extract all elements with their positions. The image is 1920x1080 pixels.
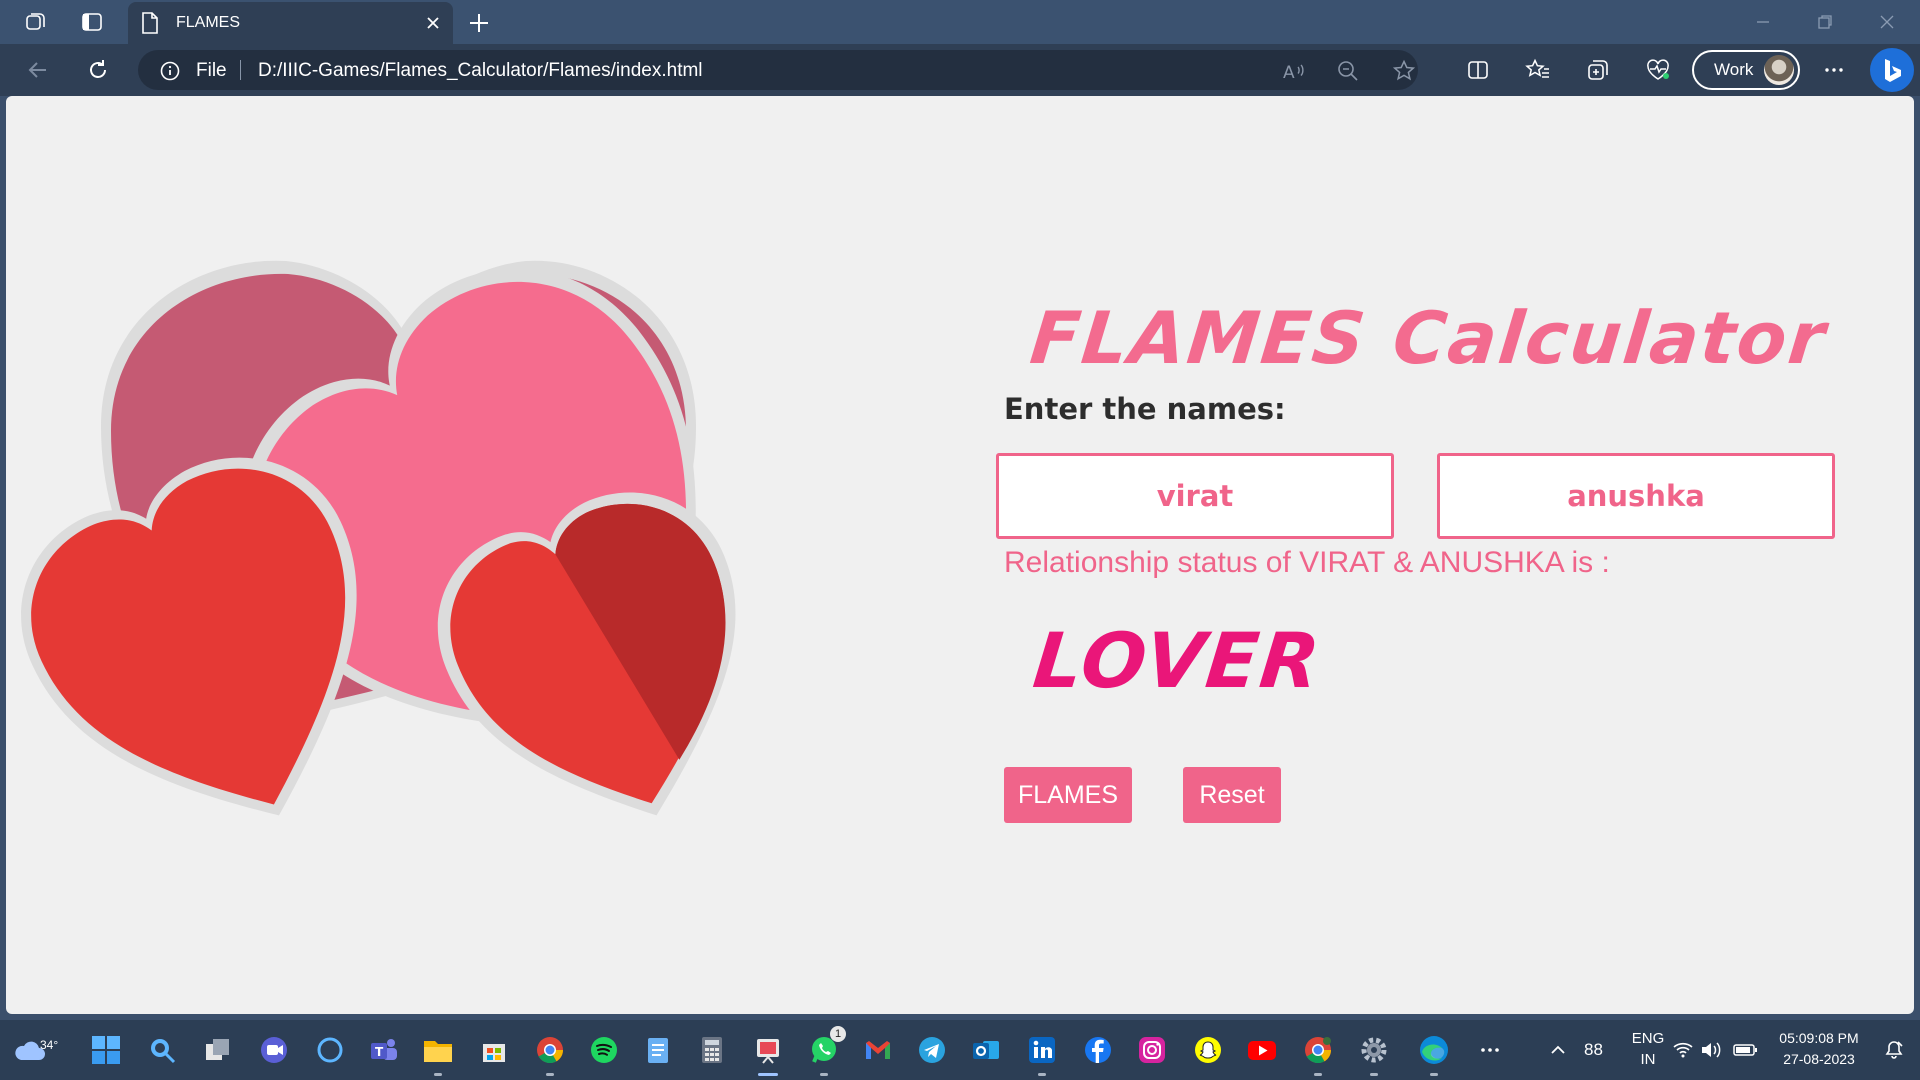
- snipping-tool-icon[interactable]: [748, 1030, 788, 1076]
- facebook-icon[interactable]: [1078, 1030, 1118, 1070]
- notepad-icon[interactable]: [638, 1030, 678, 1070]
- hearts-illustration: [21, 260, 736, 816]
- collections-icon[interactable]: [1580, 54, 1616, 86]
- more-apps-icon[interactable]: [1470, 1030, 1510, 1070]
- whatsapp-icon[interactable]: 1: [804, 1026, 846, 1076]
- spotify-icon[interactable]: [584, 1030, 624, 1070]
- instagram-icon[interactable]: [1132, 1030, 1172, 1070]
- gmail-icon[interactable]: [858, 1030, 898, 1070]
- relationship-status-text: Relationship status of VIRAT & ANUSHKA i…: [1004, 546, 1610, 579]
- close-window-button[interactable]: [1864, 8, 1910, 36]
- teams-icon[interactable]: T: [364, 1030, 404, 1070]
- active-indicator: [758, 1073, 778, 1076]
- browser-essentials-icon[interactable]: [1640, 54, 1676, 86]
- favorite-star-icon[interactable]: [1392, 59, 1416, 83]
- snapchat-icon[interactable]: [1188, 1030, 1228, 1070]
- new-tab-button[interactable]: [464, 8, 494, 38]
- cortana-icon[interactable]: [310, 1030, 350, 1070]
- file-explorer-icon[interactable]: [418, 1030, 458, 1076]
- task-view-icon[interactable]: [198, 1030, 238, 1070]
- browser-toolbar: File D:/IIIC-Games/Flames_Calculator/Fla…: [0, 44, 1920, 96]
- youtube-icon[interactable]: [1242, 1030, 1282, 1070]
- info-icon[interactable]: [160, 61, 180, 85]
- edge-icon[interactable]: [1414, 1030, 1454, 1076]
- store-icon[interactable]: [474, 1030, 514, 1070]
- taskbar: 34° T 1 88 ENG IN 05:09:08 PM 27-08-2023: [0, 1020, 1920, 1080]
- page-title: FLAMES Calculator: [1026, 296, 1831, 380]
- address-bar[interactable]: File D:/IIIC-Games/Flames_Calculator/Fla…: [138, 50, 1418, 90]
- search-icon[interactable]: [142, 1030, 182, 1070]
- language-text[interactable]: ENG: [1628, 1030, 1668, 1047]
- address-separator: [240, 60, 241, 80]
- svg-text:A: A: [1283, 63, 1295, 83]
- favorites-icon[interactable]: [1520, 54, 1556, 86]
- tab-title: FLAMES: [176, 14, 241, 31]
- running-indicator: [1370, 1073, 1378, 1076]
- profile-button[interactable]: Work: [1692, 50, 1800, 90]
- page-viewport: FLAMES Calculator Enter the names: Relat…: [6, 96, 1914, 1014]
- read-aloud-icon[interactable]: A: [1282, 59, 1306, 83]
- weather-icon[interactable]: 34°: [10, 1030, 58, 1070]
- profile-label: Work: [1714, 60, 1754, 79]
- running-indicator: [1430, 1073, 1438, 1076]
- clock-time[interactable]: 05:09:08 PM: [1774, 1030, 1864, 1046]
- close-tab-icon[interactable]: [423, 13, 443, 33]
- split-screen-icon[interactable]: [1460, 54, 1496, 86]
- vertical-tabs-icon[interactable]: [78, 8, 106, 36]
- flames-button[interactable]: FLAMES: [1004, 767, 1132, 823]
- network-volume-battery-group[interactable]: [1672, 1030, 1762, 1070]
- svg-text:T: T: [375, 1045, 384, 1059]
- restore-button[interactable]: [1802, 8, 1848, 36]
- chrome-icon[interactable]: [530, 1030, 570, 1076]
- running-indicator: [546, 1073, 554, 1076]
- battery-percent-text[interactable]: 88: [1584, 1040, 1603, 1060]
- running-indicator: [820, 1073, 828, 1076]
- notification-badge: 1: [830, 1026, 846, 1042]
- minimize-button[interactable]: [1740, 8, 1786, 36]
- meet-icon[interactable]: [254, 1030, 294, 1070]
- settings-icon[interactable]: [1354, 1030, 1394, 1076]
- region-text[interactable]: IN: [1628, 1051, 1668, 1068]
- wifi-volume-battery-icon: [1673, 1042, 1757, 1058]
- tab-flames[interactable]: FLAMES: [128, 2, 453, 44]
- refresh-button[interactable]: [80, 54, 116, 86]
- result-text: LOVER: [1029, 616, 1326, 705]
- avatar: [1764, 55, 1794, 85]
- chrome-profile-icon[interactable]: [1298, 1030, 1338, 1076]
- url-text[interactable]: D:/IIIC-Games/Flames_Calculator/Flames/i…: [258, 60, 703, 82]
- zoom-out-icon[interactable]: [1336, 59, 1360, 83]
- address-scheme-label: File: [196, 60, 227, 81]
- first-name-input[interactable]: [996, 453, 1394, 539]
- names-prompt: Enter the names:: [1004, 392, 1286, 426]
- back-button[interactable]: [20, 54, 56, 86]
- more-options-icon[interactable]: [1816, 54, 1852, 86]
- notification-bell-icon[interactable]: [1874, 1030, 1914, 1070]
- clock-date[interactable]: 27-08-2023: [1774, 1051, 1864, 1067]
- bing-chat-icon[interactable]: [1870, 48, 1914, 92]
- weather-temperature: 34°: [40, 1038, 59, 1052]
- document-icon: [140, 11, 160, 39]
- running-indicator: [434, 1073, 442, 1076]
- running-indicator: [1038, 1073, 1046, 1076]
- second-name-input[interactable]: [1437, 453, 1835, 539]
- workspaces-icon[interactable]: [22, 8, 50, 36]
- start-icon[interactable]: [86, 1030, 126, 1070]
- reset-button[interactable]: Reset: [1183, 767, 1281, 823]
- browser-title-bar: FLAMES: [0, 0, 1920, 44]
- calculator-icon[interactable]: [692, 1030, 732, 1070]
- show-hidden-icons-icon[interactable]: [1538, 1030, 1578, 1070]
- outlook-icon[interactable]: [966, 1030, 1006, 1070]
- running-indicator: [1314, 1073, 1322, 1076]
- telegram-icon[interactable]: [912, 1030, 952, 1070]
- linkedin-icon[interactable]: [1022, 1030, 1062, 1076]
